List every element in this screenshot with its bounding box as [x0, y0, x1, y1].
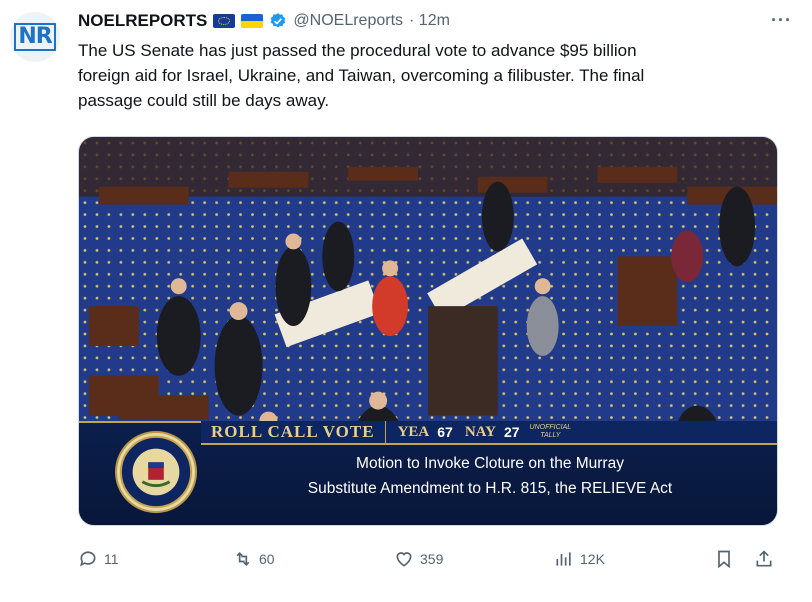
tweet-text-line: passage could still be days away.: [78, 91, 330, 110]
repost-count: 60: [259, 551, 275, 567]
heart-icon: [396, 552, 412, 567]
like-button[interactable]: 359: [394, 544, 443, 574]
tweet-header: NOELREPORTS @NOELreports · 12m ···: [78, 10, 792, 32]
nay-count: 27: [503, 424, 520, 440]
avatar-logo: NR: [14, 23, 56, 51]
yea-label: YEA: [397, 423, 430, 440]
share-icon: [756, 550, 772, 567]
nay-label: NAY: [464, 423, 496, 440]
tweet-actions: 11 60 359 12K: [78, 544, 778, 574]
views-button[interactable]: 12K: [554, 544, 605, 574]
views-count: 12K: [580, 551, 605, 567]
timestamp[interactable]: · 12m: [409, 12, 450, 30]
motion-line: Motion to Invoke Cloture on the Murray: [356, 455, 624, 472]
senate-seal-icon: [115, 431, 197, 513]
verified-badge-icon: [271, 13, 286, 28]
tweet-text-line: The US Senate has just passed the proced…: [78, 41, 637, 60]
tally-line: TALLY: [540, 432, 561, 439]
motion-description: Motion to Invoke Cloture on the Murray S…: [201, 451, 777, 501]
roll-call-title: ROLL CALL VOTE: [201, 421, 386, 443]
roll-call-bar: ROLL CALL VOTE YEA 67 NAY 27 UNOFFICIAL …: [201, 421, 777, 445]
eu-flag-icon: [213, 14, 236, 28]
views-chart-icon: [556, 552, 571, 566]
handle[interactable]: @NOELreports: [293, 12, 403, 30]
share-button[interactable]: [754, 544, 780, 574]
repost-icon: [236, 551, 250, 567]
repost-button[interactable]: 60: [233, 544, 275, 574]
avatar[interactable]: NR: [10, 12, 60, 62]
reply-icon: [80, 551, 96, 567]
nay-tally: NAY 27: [465, 424, 520, 441]
tweet-text-line: foreign aid for Israel, Ukraine, and Tai…: [78, 66, 645, 85]
unofficial-tally-label: UNOFFICIAL TALLY: [530, 424, 572, 440]
reply-button[interactable]: 11: [78, 544, 119, 574]
yea-count: 67: [437, 424, 453, 440]
ukraine-flag-icon: [241, 14, 264, 28]
yea-tally: YEA 67: [398, 424, 453, 441]
tweet-media-image[interactable]: ROLL CALL VOTE YEA 67 NAY 27 UNOFFICIAL …: [78, 136, 778, 526]
tally-line: UNOFFICIAL: [529, 424, 572, 431]
bookmark-button[interactable]: [714, 544, 740, 574]
like-count: 359: [420, 551, 444, 567]
reply-count: 11: [104, 551, 119, 567]
more-options-icon[interactable]: ···: [771, 10, 792, 31]
bookmark-icon: [718, 550, 730, 569]
tweet-text: The US Senate has just passed the proced…: [78, 38, 778, 113]
display-name[interactable]: NOELREPORTS: [78, 11, 207, 31]
motion-line: Substitute Amendment to H.R. 815, the RE…: [307, 480, 673, 497]
